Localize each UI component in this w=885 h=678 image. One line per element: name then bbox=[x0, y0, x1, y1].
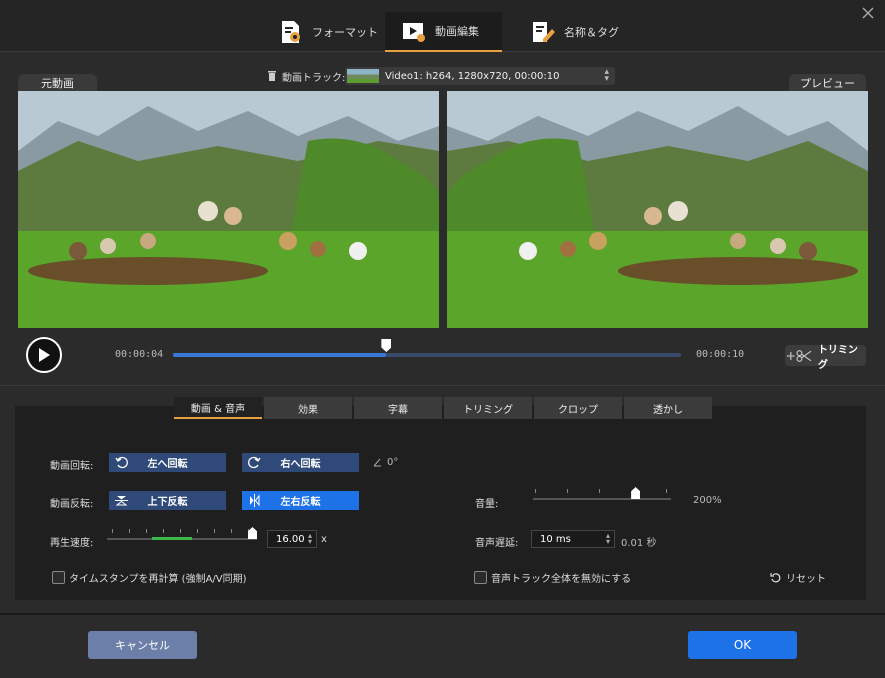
original-video-frame bbox=[18, 91, 439, 328]
tab-format[interactable]: フォーマット bbox=[262, 12, 394, 52]
footer-divider bbox=[0, 613, 885, 615]
track-label: 動画トラック: bbox=[282, 72, 346, 84]
tab-subtitles[interactable]: 字幕 bbox=[354, 397, 442, 419]
speed-unit: x bbox=[321, 534, 327, 545]
tab-name-tag-label: 名称＆タグ bbox=[564, 26, 619, 39]
volume-label: 音量: bbox=[475, 499, 499, 510]
timeline-knob[interactable] bbox=[381, 339, 392, 352]
preview-video-pane bbox=[447, 91, 868, 328]
tab-crop[interactable]: クロップ bbox=[534, 397, 622, 419]
close-icon[interactable] bbox=[861, 6, 875, 20]
cancel-button[interactable]: キャンセル bbox=[88, 631, 197, 659]
reset-button[interactable]: リセット bbox=[770, 570, 826, 585]
speed-slider[interactable] bbox=[107, 527, 257, 540]
chevron-updown-icon: ▴ ▾ bbox=[604, 67, 609, 84]
spinner-arrows-icon[interactable]: ▴ ▾ bbox=[606, 532, 610, 546]
tab-effects[interactable]: 効果 bbox=[264, 397, 352, 419]
rotate-right-button[interactable]: 右へ回転 bbox=[242, 453, 359, 472]
flip-vertical-button[interactable]: 上下反転 bbox=[109, 491, 226, 510]
current-time: 00:00:04 bbox=[115, 349, 164, 360]
section-divider bbox=[0, 385, 885, 386]
total-time: 00:00:10 bbox=[696, 349, 745, 360]
flip-vertical-icon bbox=[115, 496, 128, 506]
angle-icon bbox=[373, 458, 381, 467]
play-button[interactable] bbox=[26, 337, 62, 373]
speed-slider-fill bbox=[152, 537, 192, 540]
ok-button[interactable]: OK bbox=[688, 631, 797, 659]
audio-delay-input[interactable]: 10 ms ▴ ▾ bbox=[531, 530, 615, 548]
play-icon bbox=[39, 348, 50, 362]
scissors-icon bbox=[786, 349, 812, 362]
flip-horizontal-icon bbox=[250, 494, 260, 507]
trash-icon bbox=[268, 71, 276, 81]
rotate-angle: 0° bbox=[387, 457, 399, 468]
volume-value: 200% bbox=[693, 495, 722, 506]
edit-tag-icon bbox=[533, 22, 555, 42]
video-edit-icon bbox=[403, 23, 425, 42]
speed-label: 再生速度: bbox=[50, 538, 94, 549]
rotate-right-icon bbox=[248, 456, 261, 469]
disable-audio-checkbox-label: 音声トラック全体を無効にする bbox=[491, 574, 632, 585]
checkbox-box[interactable] bbox=[52, 571, 65, 584]
track-select[interactable]: Video1: h264, 1280x720, 00:00:10 ▴ ▾ bbox=[345, 67, 615, 85]
rotate-right-label: 右へ回転 bbox=[280, 459, 321, 470]
rotate-left-button[interactable]: 左へ回転 bbox=[109, 453, 226, 472]
flip-horizontal-button[interactable]: 左右反転 bbox=[242, 491, 359, 510]
rotate-left-label: 左へ回転 bbox=[147, 459, 188, 470]
flip-vertical-label: 上下反転 bbox=[147, 497, 188, 508]
tab-video-audio[interactable]: 動画 & 音声 bbox=[174, 397, 262, 419]
tab-video-edit-label: 動画編集 bbox=[435, 25, 479, 38]
speed-value: 16.00 bbox=[276, 533, 305, 545]
top-tab-bar: フォーマット 動画編集 名称＆タグ bbox=[0, 0, 885, 52]
reset-label: リセット bbox=[786, 574, 826, 585]
trim-button-label: トリミング bbox=[817, 344, 858, 371]
tab-name-tag[interactable]: 名称＆タグ bbox=[514, 12, 635, 52]
timestamp-checkbox-label: タイムスタンプを再計算 (強制A/V同期) bbox=[69, 574, 247, 585]
tab-watermark[interactable]: 透かし bbox=[624, 397, 712, 419]
track-value: Video1: h264, 1280x720, 00:00:10 bbox=[385, 70, 560, 82]
preview-video-frame bbox=[447, 91, 868, 328]
tab-trimming[interactable]: トリミング bbox=[444, 397, 532, 419]
format-settings-icon bbox=[282, 21, 300, 43]
flip-label: 動画反転: bbox=[50, 499, 94, 510]
speed-input[interactable]: 16.00 ▴ ▾ bbox=[267, 530, 317, 548]
preview-label: プレビュー bbox=[789, 74, 866, 92]
tab-video-edit[interactable]: 動画編集 bbox=[385, 12, 502, 52]
timestamp-checkbox[interactable]: タイムスタンプを再計算 (強制A/V同期) bbox=[52, 570, 247, 585]
audio-delay-value: 10 ms bbox=[540, 533, 571, 545]
disable-audio-checkbox[interactable]: 音声トラック全体を無効にする bbox=[474, 570, 631, 585]
rotate-left-icon bbox=[115, 456, 128, 469]
audio-delay-label: 音声遅延: bbox=[475, 538, 519, 549]
flip-horizontal-label: 左右反転 bbox=[280, 497, 321, 508]
volume-slider[interactable] bbox=[533, 487, 671, 500]
sub-tab-bar: 動画 & 音声 効果 字幕 トリミング クロップ 透かし bbox=[174, 397, 712, 419]
timeline-slider[interactable] bbox=[173, 339, 681, 357]
checkbox-box[interactable] bbox=[474, 571, 487, 584]
audio-delay-seconds: 0.01 秒 bbox=[621, 538, 657, 549]
tab-format-label: フォーマット bbox=[312, 26, 378, 39]
rotate-label: 動画回転: bbox=[50, 461, 94, 472]
original-video-label: 元動画 bbox=[18, 74, 97, 92]
trim-button[interactable]: トリミング bbox=[785, 345, 866, 371]
track-thumbnail bbox=[347, 69, 379, 83]
track-label-group: 動画トラック: bbox=[268, 67, 345, 85]
original-video-pane bbox=[18, 91, 439, 328]
reset-icon bbox=[770, 572, 781, 582]
timeline-progress bbox=[173, 353, 387, 357]
spinner-arrows-icon[interactable]: ▴ ▾ bbox=[308, 532, 312, 546]
